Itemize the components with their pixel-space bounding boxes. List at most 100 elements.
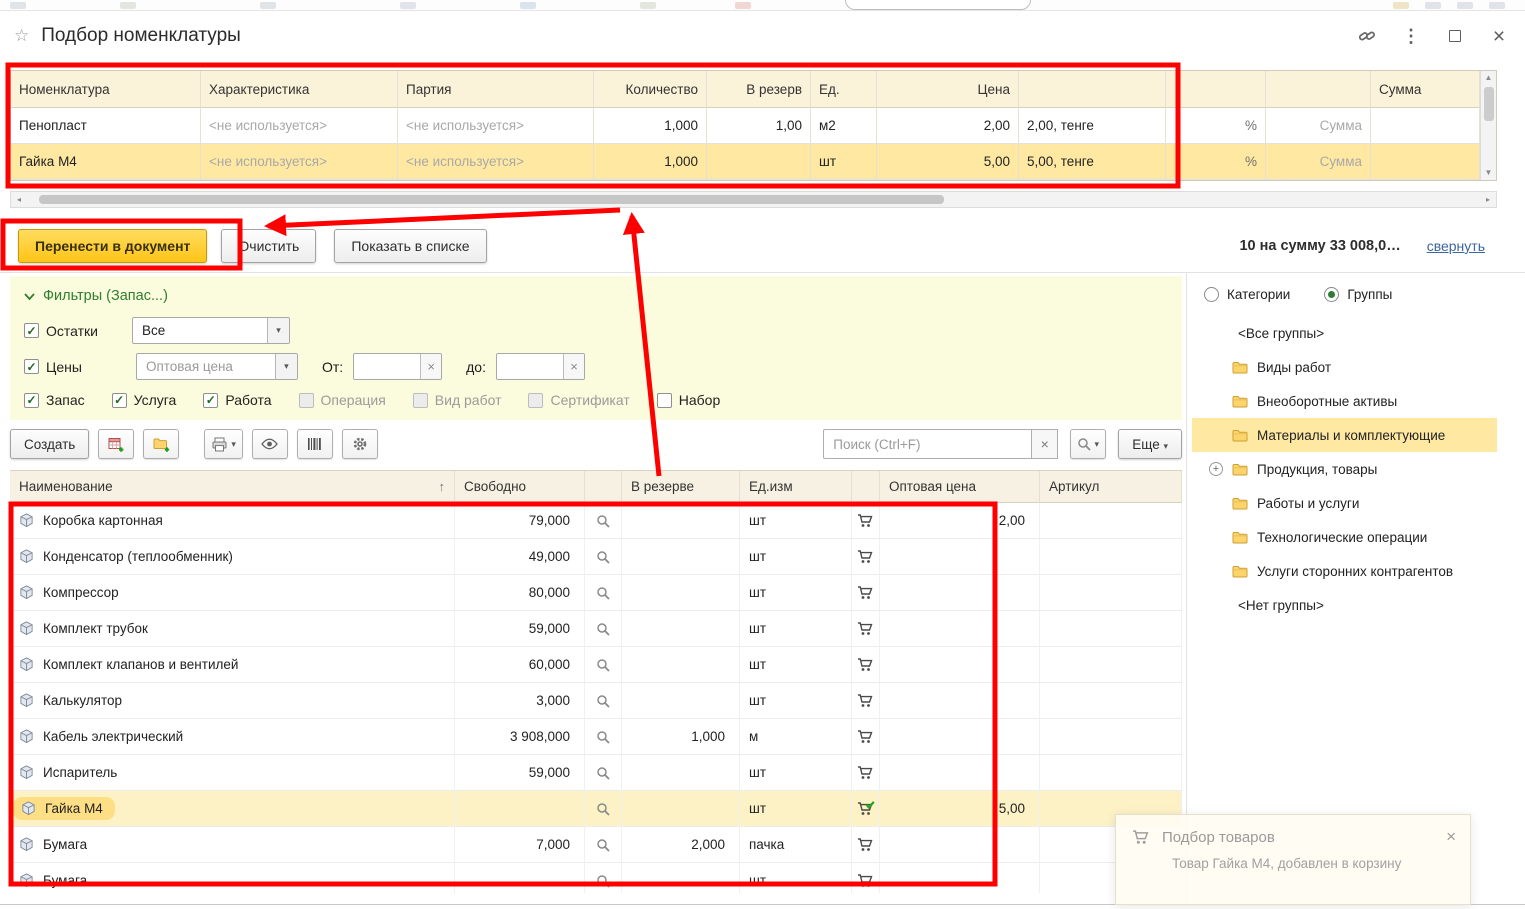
settings-gear-icon[interactable] (342, 429, 378, 459)
cart-cell-price[interactable]: 5,00 (877, 144, 1019, 180)
collapse-link[interactable]: свернуть (1427, 238, 1485, 254)
cart-cell-sum_ph[interactable]: Сумма (1266, 144, 1371, 180)
add-to-cart-icon[interactable] (857, 729, 874, 744)
scroll-right-icon[interactable]: ▸ (1480, 193, 1496, 207)
cart-cell-pct[interactable]: % (1166, 144, 1266, 180)
search-detail-icon[interactable] (596, 730, 610, 744)
group-item[interactable]: Виды работ (1192, 350, 1497, 384)
group-item[interactable]: Технологические операции (1192, 520, 1497, 554)
list-row[interactable]: Бумагашт (10, 863, 1182, 893)
filters-header[interactable]: Фильтры (Запас...) (24, 284, 1168, 308)
cart-cell-qty[interactable]: 1,000 (594, 144, 707, 180)
cart-cell-sum[interactable] (1371, 108, 1480, 144)
scroll-left-icon[interactable]: ◂ (11, 193, 27, 207)
cart-cell-name[interactable]: Пенопласт (11, 108, 201, 144)
add-to-cart-icon[interactable] (857, 765, 874, 780)
group-item[interactable]: +Продукция, товары (1192, 452, 1497, 486)
filter-checkbox[interactable]: Сертификат (528, 392, 629, 408)
price-type-select[interactable]: Оптовая цена ▾ (136, 353, 298, 380)
search-detail-icon[interactable] (596, 694, 610, 708)
cart-column-header-unit[interactable]: Ед. (811, 71, 877, 108)
favorite-star-icon[interactable]: ☆ (14, 26, 29, 46)
global-search-fragment[interactable] (845, 0, 1031, 10)
cart-column-header-batch[interactable]: Партия (398, 71, 594, 108)
cart-cell-name[interactable]: Гайка М4 (11, 144, 201, 180)
clear-search-icon[interactable]: × (1031, 429, 1058, 459)
list-row[interactable]: Испаритель59,000шт (10, 755, 1182, 791)
add-to-cart-icon[interactable] (857, 585, 874, 600)
scroll-thumb[interactable] (39, 195, 944, 204)
cart-column-header-sum[interactable]: Сумма (1371, 71, 1480, 108)
filter-checkbox-rest[interactable]: ✓ Остатки (24, 323, 98, 339)
view-icon[interactable] (252, 429, 288, 459)
list-row[interactable]: Комплект трубок59,000шт (10, 611, 1182, 647)
add-to-cart-icon[interactable] (857, 837, 874, 852)
cart-cell-reserve[interactable]: 1,00 (707, 108, 811, 144)
group-item[interactable]: Внеоборотные активы (1192, 384, 1497, 418)
filter-checkbox[interactable]: Вид работ (413, 392, 502, 408)
add-group-icon[interactable] (143, 429, 179, 459)
cart-column-header-reserve[interactable]: В резерв (707, 71, 811, 108)
filter-checkbox[interactable]: Набор (657, 392, 721, 408)
price-from-field[interactable]: × (353, 353, 442, 380)
clear-button[interactable]: Очистить (221, 229, 316, 263)
chevron-down-icon[interactable]: ▾ (267, 318, 289, 343)
cart-column-header-cur[interactable] (1019, 71, 1166, 108)
cart-horizontal-scrollbar[interactable]: ◂ ▸ (10, 191, 1497, 208)
cart-cell-char[interactable]: <не используется> (201, 144, 398, 180)
price-from-input[interactable] (354, 354, 420, 379)
filter-checkbox[interactable]: ✓Запас (24, 392, 85, 408)
list-row[interactable]: Комплект клапанов и вентилей60,000шт (10, 647, 1182, 683)
search-detail-icon[interactable] (596, 838, 610, 852)
list-row[interactable]: Конденсатор (теплообменник)49,000шт (10, 539, 1182, 575)
cart-cell-unit[interactable]: шт (811, 144, 877, 180)
price-to-field[interactable]: × (496, 353, 585, 380)
maximize-icon[interactable] (1445, 26, 1465, 46)
cart-cell-reserve[interactable] (707, 144, 811, 180)
close-icon[interactable]: × (1489, 26, 1509, 46)
filter-checkbox[interactable]: Операция (299, 392, 386, 408)
cart-column-header-price[interactable]: Цена (877, 71, 1019, 108)
cart-column-header-pct[interactable] (1166, 71, 1266, 108)
scroll-thumb[interactable] (1484, 87, 1494, 121)
add-to-cart-icon[interactable] (857, 549, 874, 564)
column-header-cart[interactable] (852, 471, 880, 503)
list-row[interactable]: Бумага7,0002,000пачка (10, 827, 1182, 863)
cart-column-header-char[interactable]: Характеристика (201, 71, 398, 108)
column-header-free[interactable]: Свободно (455, 471, 585, 503)
add-item-icon[interactable] (98, 429, 134, 459)
search-detail-icon[interactable] (596, 802, 610, 816)
cart-cell-sum_ph[interactable]: Сумма (1266, 108, 1371, 144)
list-row[interactable]: Кабель электрический3 908,0001,000м (10, 719, 1182, 755)
list-row[interactable]: Коробка картонная79,000шт2,00 (10, 503, 1182, 539)
add-to-cart-icon[interactable] (857, 657, 874, 672)
column-header-detail[interactable] (585, 471, 622, 503)
cart-added-icon[interactable] (857, 801, 875, 816)
list-row[interactable]: Гайка М4шт5,00 (10, 791, 1182, 827)
search-detail-icon[interactable] (596, 622, 610, 636)
add-to-cart-icon[interactable] (857, 693, 874, 708)
cart-cell-batch[interactable]: <не используется> (398, 144, 594, 180)
add-to-cart-icon[interactable] (857, 621, 874, 636)
cart-cell-sum[interactable] (1371, 144, 1480, 180)
radio-groups[interactable]: Группы (1324, 287, 1392, 302)
clear-icon[interactable]: × (420, 354, 441, 379)
column-header-article[interactable]: Артикул (1040, 471, 1182, 503)
column-header-reserve[interactable]: В резерве (622, 471, 740, 503)
cart-cell-pct[interactable]: % (1166, 108, 1266, 144)
cart-cell-cur[interactable]: 2,00, тенге (1019, 108, 1166, 144)
clear-icon[interactable]: × (563, 354, 584, 379)
search-detail-icon[interactable] (596, 766, 610, 780)
cart-cell-batch[interactable]: <не используется> (398, 108, 594, 144)
cart-cell-cur[interactable]: 5,00, тенге (1019, 144, 1166, 180)
filter-checkbox[interactable]: ✓Услуга (112, 392, 177, 408)
search-detail-icon[interactable] (596, 550, 610, 564)
show-in-list-button[interactable]: Показать в списке (334, 229, 486, 263)
cart-column-header-qty[interactable]: Количество (594, 71, 707, 108)
cart-column-header-name[interactable]: Номенклатура (11, 71, 201, 108)
more-button[interactable]: Еще ▾ (1118, 429, 1182, 459)
group-item[interactable]: Работы и услуги (1192, 486, 1497, 520)
cart-column-header-sum_ph[interactable] (1266, 71, 1371, 108)
filter-checkbox-price[interactable]: ✓ Цены (24, 359, 82, 375)
search-detail-icon[interactable] (596, 874, 610, 888)
